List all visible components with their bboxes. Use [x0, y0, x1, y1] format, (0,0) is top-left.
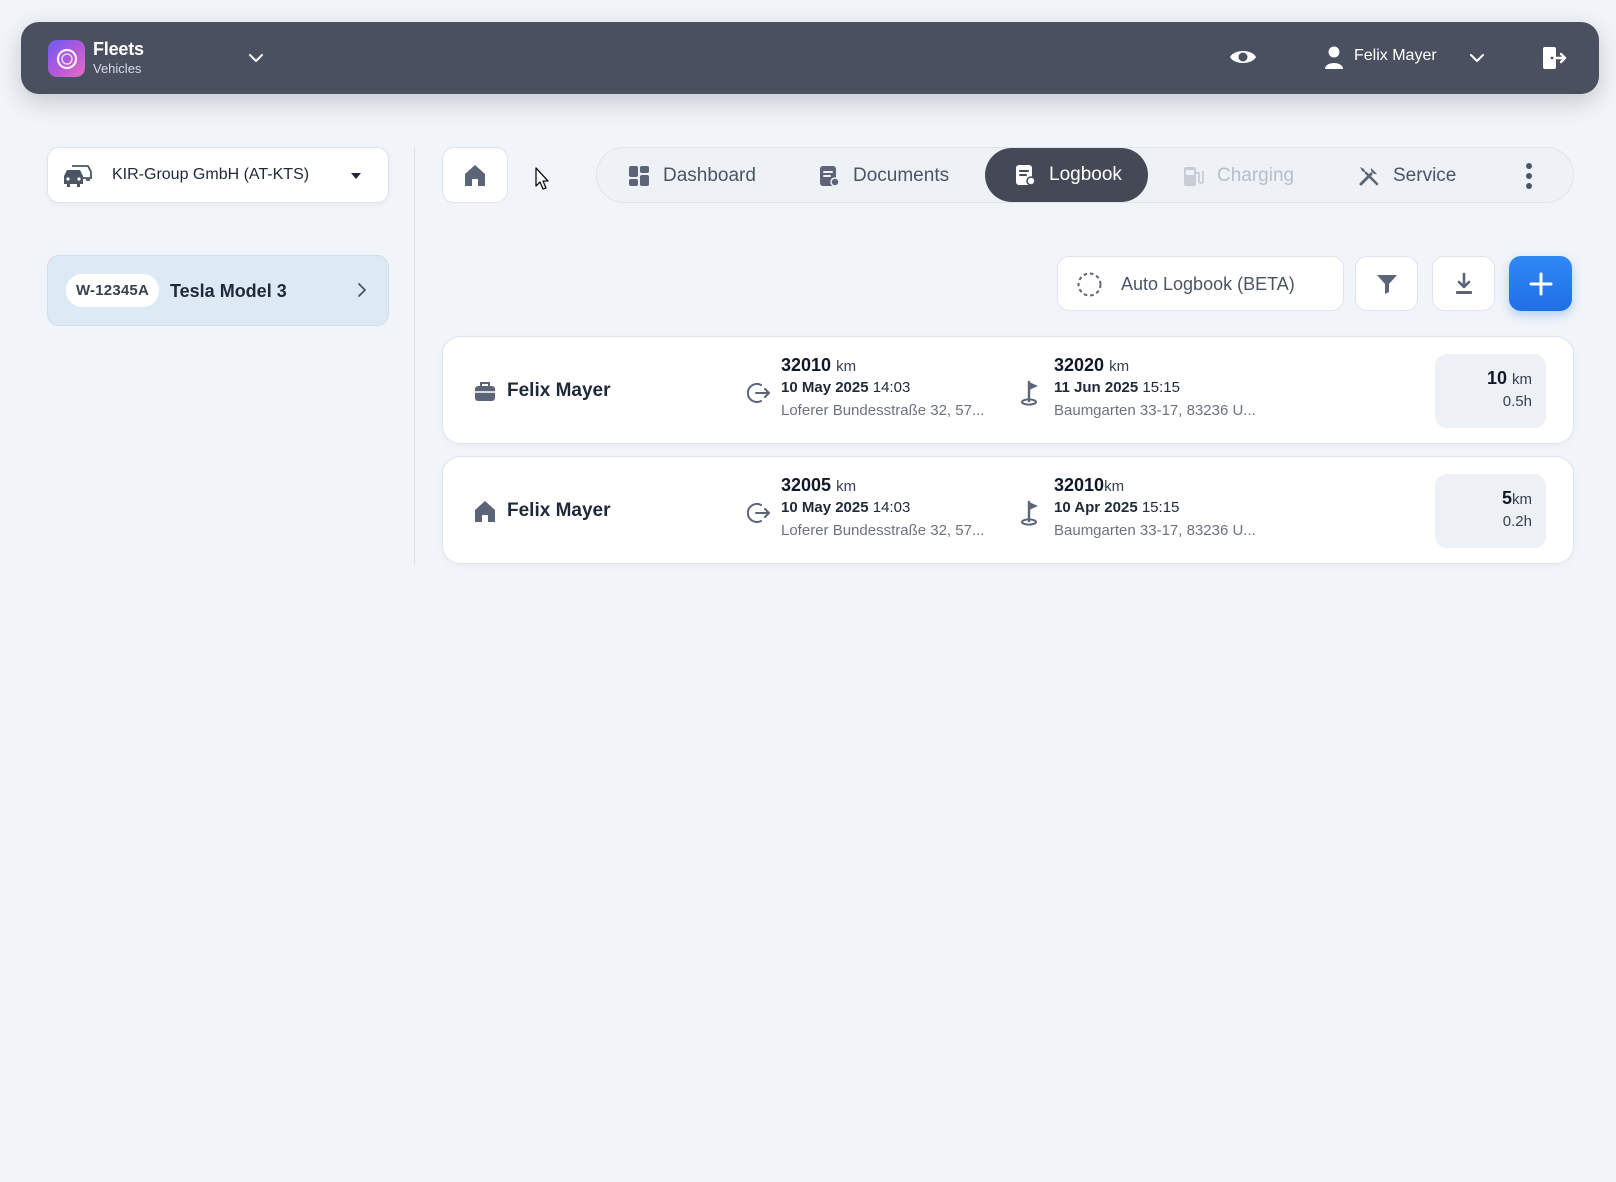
- user-icon: [1325, 46, 1343, 69]
- tab-label: Dashboard: [663, 165, 756, 186]
- auto-logbook-button[interactable]: Auto Logbook (BETA): [1057, 256, 1344, 311]
- end-date: 11 Jun 2025: [1054, 379, 1139, 396]
- documents-icon: [820, 166, 840, 187]
- start-address: Loferer Bundesstraße 32, 57...: [781, 402, 985, 419]
- start-unit: km: [836, 358, 857, 375]
- start-date: 10 May 2025: [781, 499, 869, 516]
- end-unit: km: [1109, 358, 1130, 375]
- trip-card[interactable]: Felix Mayer 32005 km 10 May 2025 14:03 L…: [442, 456, 1574, 564]
- destination-flag-icon: [1021, 500, 1038, 526]
- service-icon: [1359, 167, 1379, 186]
- trip-distance-unit: km: [1512, 371, 1532, 388]
- tab-dashboard[interactable]: Dashboard: [627, 148, 756, 204]
- trip-driver: Felix Mayer: [507, 380, 611, 401]
- auto-logbook-label: Auto Logbook (BETA): [1121, 274, 1295, 294]
- company-selector[interactable]: KIR-Group GmbH (AT-KTS): [47, 147, 389, 203]
- end-time: 15:15: [1141, 499, 1180, 516]
- trip-summary: 10 km 0.5h: [1435, 354, 1546, 428]
- home-button[interactable]: [442, 147, 508, 203]
- filter-button[interactable]: [1355, 256, 1418, 311]
- end-odometer: 32010: [1054, 475, 1105, 495]
- logbook-icon: [1016, 165, 1036, 186]
- end-date: 10 Apr 2025: [1054, 499, 1138, 516]
- tab-label: Charging: [1217, 165, 1295, 186]
- section-tabs: Dashboard Documents Logbook Charging Ser…: [596, 147, 1574, 203]
- start-date: 10 May 2025: [781, 379, 869, 396]
- download-button[interactable]: [1432, 256, 1495, 311]
- departure-icon: [747, 503, 770, 523]
- end-address: Baumgarten 33-17, 83236 U...: [1054, 522, 1256, 539]
- end-address: Baumgarten 33-17, 83236 U...: [1054, 402, 1256, 419]
- start-unit: km: [836, 478, 857, 495]
- destination-flag-icon: [1021, 380, 1038, 406]
- caret-down-icon: [351, 173, 361, 179]
- trip-driver: Felix Mayer: [507, 500, 611, 521]
- trip-start: 32005 km 10 May 2025 14:03 Loferer Bunde…: [781, 475, 984, 539]
- trip-duration: 0.2h: [1502, 513, 1532, 530]
- vehicle-name: Tesla Model 3: [170, 281, 287, 301]
- license-plate-badge: W-12345A: [66, 274, 159, 307]
- start-time: 14:03: [872, 499, 911, 516]
- tab-label: Service: [1393, 165, 1457, 186]
- app-switcher-chevron-down-icon[interactable]: [245, 47, 267, 69]
- fleet-cars-icon: [64, 165, 92, 187]
- start-time: 14:03: [872, 379, 911, 396]
- tab-logbook[interactable]: Logbook: [985, 148, 1148, 202]
- more-options-icon[interactable]: [1525, 162, 1533, 190]
- app-title: Fleets: [93, 39, 144, 59]
- trip-card[interactable]: Felix Mayer 32010 km 10 May 2025 14:03 L…: [442, 336, 1574, 444]
- trip-end: 32020 km 11 Jun 2025 15:15 Baumgarten 33…: [1054, 355, 1256, 419]
- charging-icon: [1184, 167, 1204, 186]
- logout-icon[interactable]: [1539, 44, 1567, 72]
- app-logo-icon[interactable]: [48, 40, 85, 77]
- top-bar: Fleets Vehicles Felix Mayer: [21, 22, 1599, 94]
- trip-distance: 10: [1486, 368, 1507, 388]
- dashboard-icon: [629, 166, 649, 186]
- trip-distance: 5: [1501, 488, 1512, 508]
- tab-charging[interactable]: Charging: [1181, 148, 1294, 204]
- end-unit: km: [1104, 478, 1125, 495]
- user-name[interactable]: Felix Mayer: [1354, 47, 1437, 65]
- eye-icon[interactable]: [1228, 44, 1258, 70]
- trip-start: 32010 km 10 May 2025 14:03 Loferer Bunde…: [781, 355, 984, 419]
- filter-icon: [1376, 274, 1397, 294]
- trip-distance-unit: km: [1512, 491, 1532, 508]
- app-subtitle: Vehicles: [93, 61, 142, 76]
- home-icon: [475, 501, 495, 522]
- company-name: KIR-Group GmbH (AT-KTS): [112, 166, 310, 183]
- departure-icon: [747, 383, 770, 403]
- add-trip-button[interactable]: [1509, 256, 1572, 311]
- end-odometer: 32020: [1054, 355, 1105, 375]
- start-odometer: 32005: [781, 475, 832, 495]
- start-odometer: 32010: [781, 355, 832, 375]
- tab-label: Documents: [853, 165, 950, 186]
- tab-service[interactable]: Service: [1357, 148, 1456, 204]
- end-time: 15:15: [1142, 379, 1180, 396]
- plus-icon: [1529, 272, 1552, 295]
- trip-end: 32010km 10 Apr 2025 15:15 Baumgarten 33-…: [1054, 475, 1256, 539]
- tab-label: Logbook: [1049, 164, 1122, 185]
- tab-documents[interactable]: Documents: [817, 148, 949, 204]
- home-icon: [465, 165, 485, 186]
- trip-summary: 5km 0.2h: [1435, 474, 1546, 548]
- mouse-cursor-icon: [535, 167, 549, 190]
- start-address: Loferer Bundesstraße 32, 57...: [781, 522, 985, 539]
- loading-circle-icon: [1077, 272, 1102, 297]
- briefcase-icon: [475, 382, 495, 401]
- trip-duration: 0.5h: [1502, 393, 1532, 410]
- user-menu-chevron-down-icon[interactable]: [1466, 47, 1488, 69]
- vehicle-list-item[interactable]: W-12345A Tesla Model 3: [47, 255, 389, 326]
- chevron-right-icon: [358, 283, 366, 297]
- download-icon: [1455, 272, 1472, 294]
- column-divider: [414, 147, 415, 565]
